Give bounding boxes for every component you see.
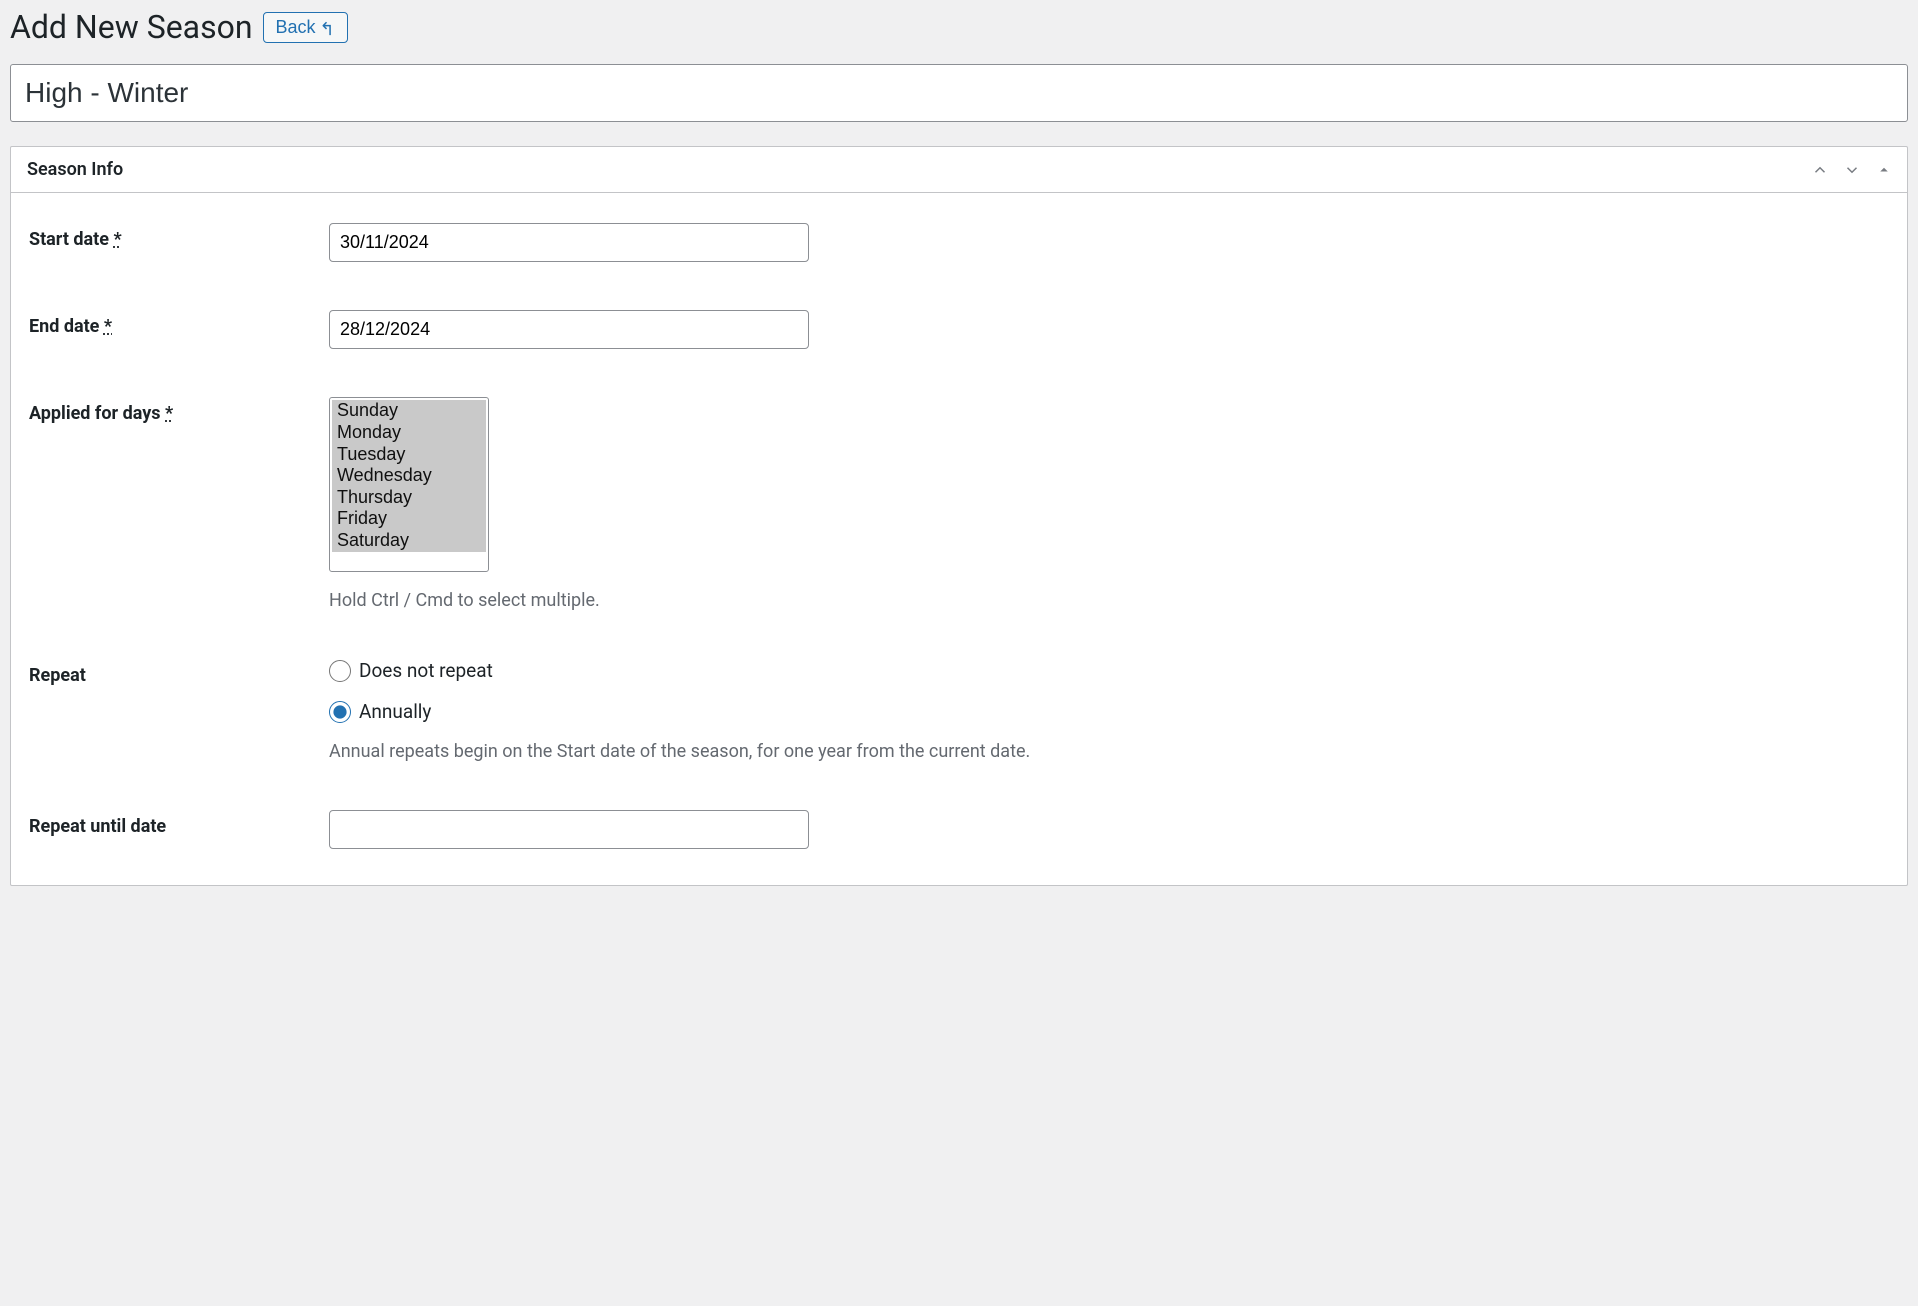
- toggle-button[interactable]: [1871, 157, 1897, 183]
- page-header: Add New Season Back ↲: [10, 0, 1908, 64]
- repeat-until-input[interactable]: [329, 810, 809, 849]
- repeat-none-item[interactable]: Does not repeat: [329, 659, 1889, 682]
- row-repeat: Repeat Does not repeat Annually Annual r: [29, 659, 1889, 762]
- required-mark: *: [165, 403, 173, 424]
- repeat-help-text: Annual repeats begin on the Start date o…: [329, 741, 1889, 762]
- postbox-body: Start date * End date *: [11, 193, 1907, 885]
- day-option[interactable]: Sunday: [332, 400, 486, 422]
- postbox-header: Season Info: [11, 147, 1907, 193]
- label-start-date: Start date *: [29, 229, 122, 250]
- day-option[interactable]: Thursday: [332, 487, 486, 509]
- repeat-annually-label: Annually: [359, 700, 431, 723]
- end-date-input[interactable]: [329, 310, 809, 349]
- label-repeat-until: Repeat until date: [29, 816, 166, 837]
- day-option[interactable]: Tuesday: [332, 444, 486, 466]
- title-input-wrap: [10, 64, 1908, 122]
- days-help-text: Hold Ctrl / Cmd to select multiple.: [329, 590, 1889, 611]
- row-applied-days: Applied for days * SundayMondayTuesdayWe…: [29, 397, 1889, 611]
- row-repeat-until: Repeat until date: [29, 810, 1889, 849]
- row-end-date: End date *: [29, 310, 1889, 349]
- back-label: Back: [276, 17, 316, 38]
- season-info-box: Season Info Start date *: [10, 146, 1908, 886]
- caret-up-icon: [1875, 160, 1893, 180]
- required-mark: *: [104, 316, 112, 337]
- start-date-input[interactable]: [329, 223, 809, 262]
- day-option[interactable]: Saturday: [332, 530, 486, 552]
- page-title: Add New Season: [10, 8, 253, 46]
- required-mark: *: [113, 229, 121, 250]
- move-down-button[interactable]: [1839, 157, 1865, 183]
- days-multiselect[interactable]: SundayMondayTuesdayWednesdayThursdayFrid…: [329, 397, 489, 572]
- row-start-date: Start date *: [29, 223, 1889, 262]
- repeat-none-label: Does not repeat: [359, 659, 493, 682]
- postbox-handle-actions: [1797, 157, 1907, 183]
- repeat-annually-item[interactable]: Annually: [329, 700, 1889, 723]
- label-applied-days: Applied for days *: [29, 403, 173, 424]
- move-up-button[interactable]: [1807, 157, 1833, 183]
- chevron-down-icon: [1843, 160, 1861, 180]
- label-end-date: End date *: [29, 316, 112, 337]
- day-option[interactable]: Friday: [332, 508, 486, 530]
- back-arrow-icon: ↲: [320, 17, 335, 38]
- back-button[interactable]: Back ↲: [263, 12, 348, 43]
- label-repeat: Repeat: [29, 665, 86, 686]
- chevron-up-icon: [1811, 160, 1829, 180]
- day-option[interactable]: Wednesday: [332, 465, 486, 487]
- day-option[interactable]: Monday: [332, 422, 486, 444]
- postbox-title: Season Info: [11, 147, 139, 192]
- repeat-none-radio[interactable]: [329, 660, 351, 682]
- repeat-annually-radio[interactable]: [329, 701, 351, 723]
- season-title-input[interactable]: [10, 64, 1908, 122]
